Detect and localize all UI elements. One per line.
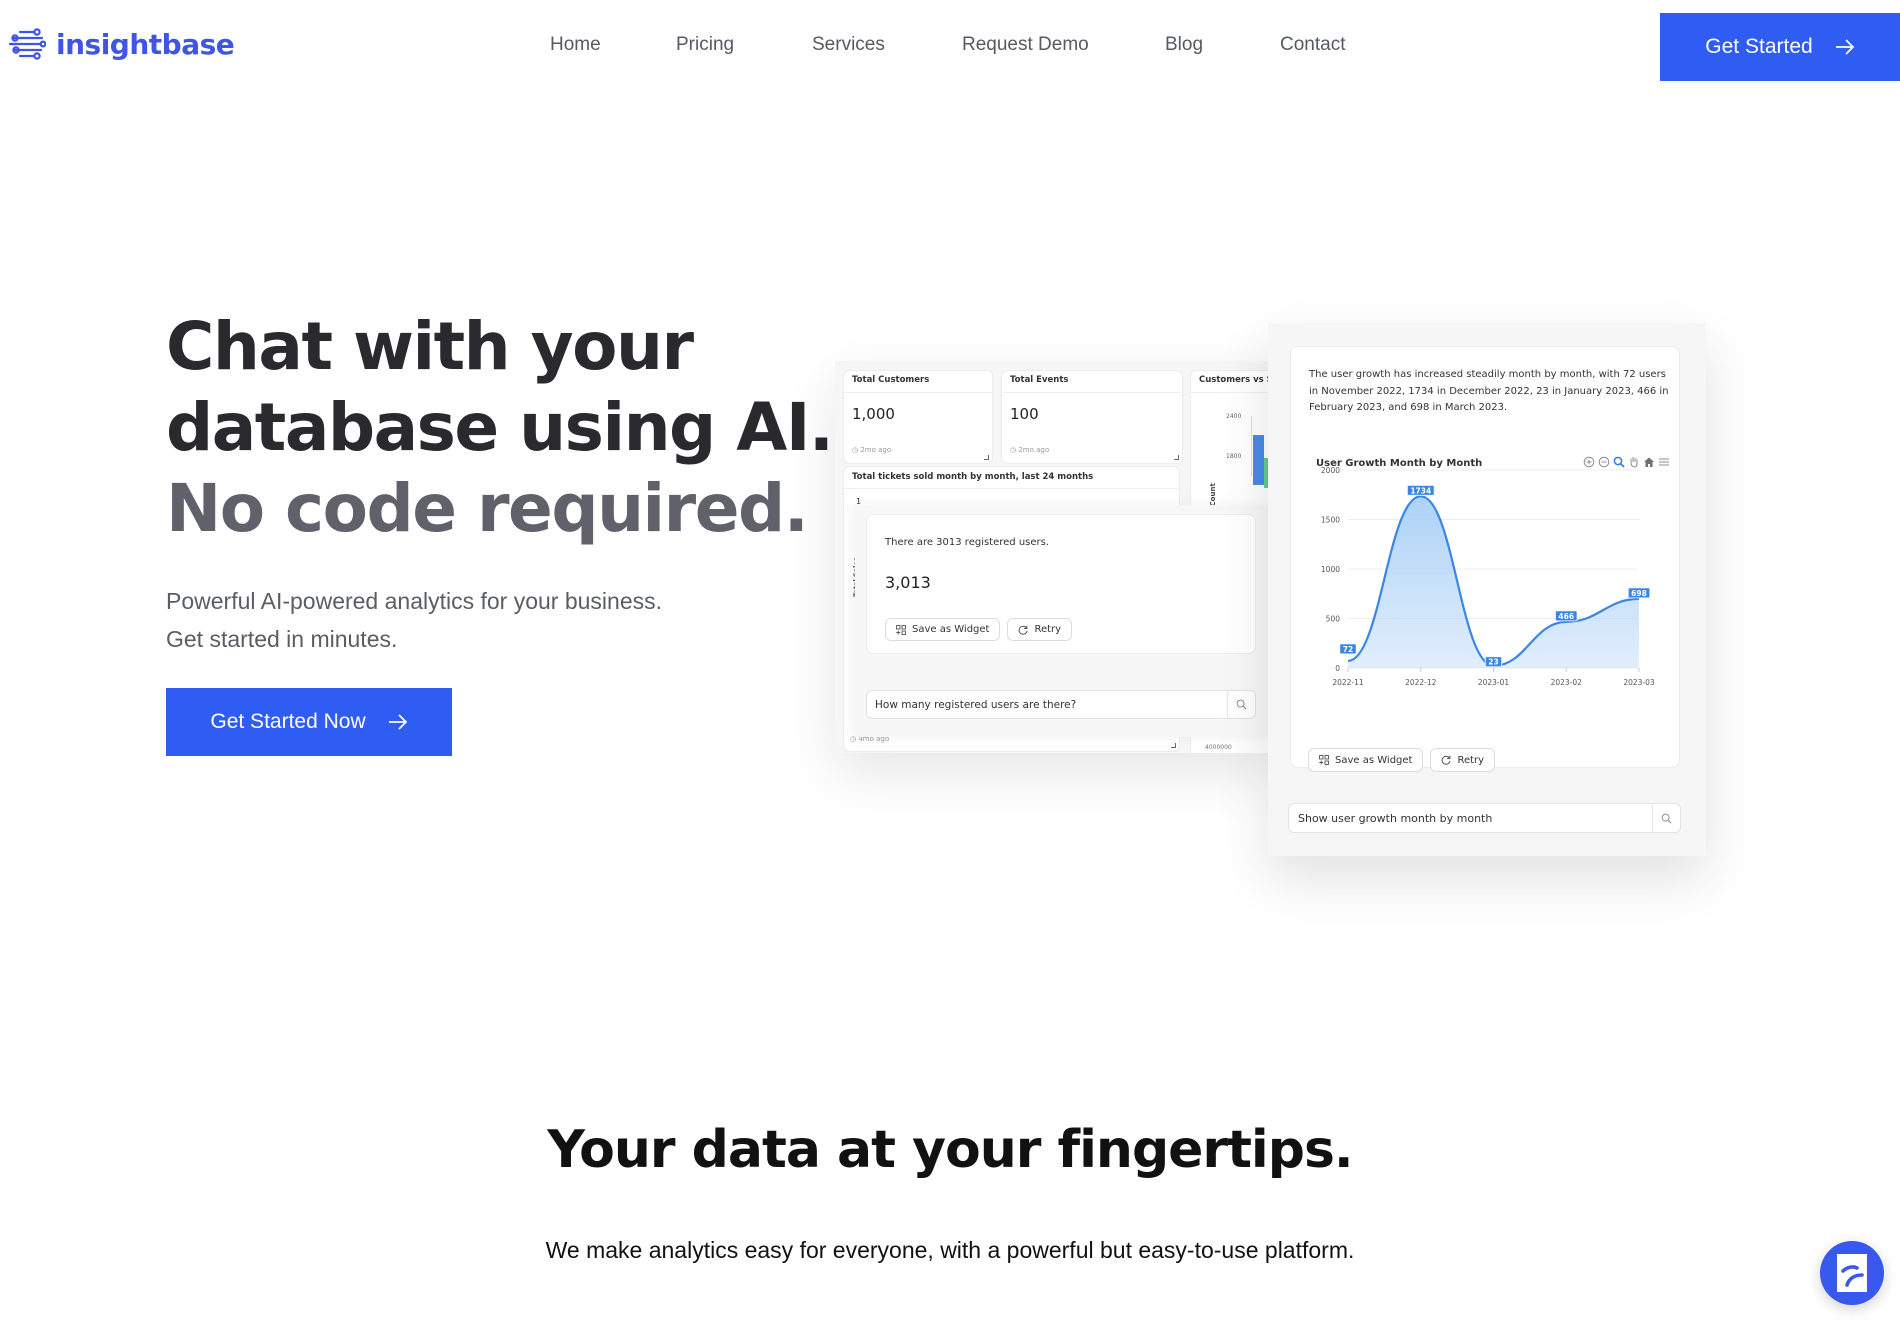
- retry-icon: [1442, 755, 1451, 765]
- logo-circuit-icon: [8, 28, 46, 60]
- save-as-widget-button[interactable]: Save as Widget: [885, 618, 1001, 641]
- arrow-right-icon: [1835, 39, 1854, 55]
- resize-handle[interactable]: [984, 455, 989, 460]
- chat-query-input[interactable]: [867, 691, 1227, 718]
- retry-button[interactable]: Retry: [1007, 618, 1073, 641]
- dashboard-mockup: Total Customers 1,000 ◷ 2mo ago Total Ev…: [835, 361, 1275, 753]
- section-title: Your data at your fingertips.: [547, 1120, 1353, 1180]
- chat-query-input[interactable]: [1289, 804, 1652, 832]
- card-title: Customers vs Sales: [1191, 371, 1275, 393]
- hero-subtitle: Powerful AI-powered analytics for your b…: [166, 582, 662, 658]
- chat-query-field: [866, 690, 1256, 719]
- kpi-card-total-customers: Total Customers 1,000 ◷ 2mo ago: [843, 370, 993, 464]
- answer-value: 3,013: [885, 573, 931, 592]
- header-get-started-button[interactable]: Get Started: [1660, 13, 1900, 81]
- resize-handle[interactable]: [1174, 455, 1179, 460]
- chat-panel: There are 3013 registered users. 3,013 S…: [855, 505, 1275, 737]
- kpi-value: 1,000: [852, 405, 895, 423]
- resize-handle[interactable]: [1171, 743, 1176, 748]
- data-label: 72: [1343, 645, 1353, 654]
- retry-button[interactable]: Retry: [1430, 748, 1496, 772]
- chart-answer-card: The user growth has increased steadily m…: [1290, 346, 1680, 772]
- hero-title: Chat with your database using AI. No cod…: [166, 306, 834, 549]
- y-tick-label: 1500: [1321, 516, 1340, 525]
- search-icon: [1236, 699, 1247, 710]
- search-button[interactable]: [1652, 804, 1680, 832]
- area-fill: [1348, 496, 1639, 668]
- nav-services[interactable]: Services: [812, 34, 885, 56]
- get-started-now-label: Get Started Now: [210, 710, 366, 733]
- nav-blog[interactable]: Blog: [1165, 34, 1203, 56]
- y-tick-label: 2000: [1321, 466, 1340, 475]
- kpi-updated-text: 2mo ago: [860, 446, 892, 454]
- x-tick-label: 2023-02: [1551, 678, 1583, 687]
- kpi-updated: ◷ 2mo ago: [1010, 446, 1050, 454]
- x-tick-label: 2023-01: [1478, 678, 1510, 687]
- section-subtitle: We make analytics easy for everyone, wit…: [545, 1237, 1355, 1263]
- x-tick-label: 2022-11: [1332, 678, 1364, 687]
- y-tick-label: 0: [1335, 664, 1340, 673]
- kpi-card-total-events: Total Events 100 ◷ 2mo ago: [1001, 370, 1183, 464]
- header-get-started-label: Get Started: [1705, 35, 1813, 58]
- kpi-updated: ◷ 2mo ago: [852, 446, 892, 454]
- y-tick-label: 500: [1326, 615, 1341, 624]
- widget-add-icon: [896, 624, 906, 635]
- data-label: 698: [1631, 589, 1647, 598]
- answer-card: There are 3013 registered users. 3,013 S…: [866, 514, 1256, 654]
- x-tick-label: 2022-12: [1405, 678, 1437, 687]
- nav-pricing[interactable]: Pricing: [676, 34, 734, 56]
- bar-customers: [1253, 435, 1264, 485]
- kpi-title: Total Customers: [844, 371, 992, 393]
- growth-chat-mockup: The user growth has increased steadily m…: [1268, 323, 1706, 856]
- y-tick: 2400: [1226, 413, 1242, 420]
- answer-text: There are 3013 registered users.: [885, 537, 1050, 548]
- retry-label: Retry: [1457, 754, 1485, 766]
- retry-label: Retry: [1034, 624, 1062, 635]
- x-tick-label: 2023-03: [1623, 678, 1655, 687]
- logo-text: insightbase: [56, 27, 235, 61]
- widget-add-icon: [1319, 755, 1329, 765]
- get-started-now-button[interactable]: Get Started Now: [166, 688, 452, 756]
- hero-title-line-1: Chat with your: [166, 308, 694, 385]
- logo[interactable]: insightbase: [6, 24, 235, 64]
- data-label: 466: [1558, 612, 1574, 621]
- save-as-widget-label: Save as Widget: [1335, 754, 1413, 766]
- chart-actions: Save as Widget Retry: [1308, 748, 1496, 772]
- save-as-widget-label: Save as Widget: [912, 624, 990, 635]
- nav-home[interactable]: Home: [550, 34, 601, 56]
- kpi-value: 100: [1010, 405, 1039, 423]
- chat-query-field: [1288, 803, 1681, 833]
- hero-title-line-2: database using AI.: [166, 389, 834, 466]
- chat-widget-icon: [1837, 1254, 1867, 1292]
- data-label: 1734: [1410, 486, 1431, 495]
- y-tick-label: 1000: [1321, 565, 1340, 574]
- y-axis-line: [1251, 416, 1252, 476]
- answer-actions: Save as Widget Retry: [885, 618, 1073, 641]
- search-icon: [1661, 813, 1672, 823]
- hero-title-line-3: No code required.: [166, 470, 809, 547]
- arrow-right-icon: [388, 714, 407, 730]
- nav-request-demo[interactable]: Request Demo: [962, 34, 1089, 56]
- user-growth-chart: 0 500 1000 1500 2000 2022-11 2022-12 2023-01 202…: [1321, 466, 1655, 687]
- hero-subtitle-line-1: Powerful AI-powered analytics for your b…: [166, 588, 663, 614]
- kpi-updated-text: 2mo ago: [1018, 446, 1050, 454]
- data-label: 23: [1488, 658, 1498, 667]
- retry-icon: [1019, 625, 1028, 635]
- chat-widget-button[interactable]: [1820, 1241, 1884, 1305]
- card-title: Total tickets sold month by month, last …: [844, 467, 1179, 489]
- kpi-title: Total Events: [1002, 371, 1182, 393]
- search-button[interactable]: [1227, 691, 1255, 718]
- nav-contact[interactable]: Contact: [1280, 34, 1345, 56]
- hero-subtitle-line-2: Get started in minutes.: [166, 626, 398, 652]
- axis-tick: 4000000: [1205, 744, 1232, 751]
- save-as-widget-button[interactable]: Save as Widget: [1308, 748, 1424, 772]
- y-tick: 1800: [1226, 453, 1242, 460]
